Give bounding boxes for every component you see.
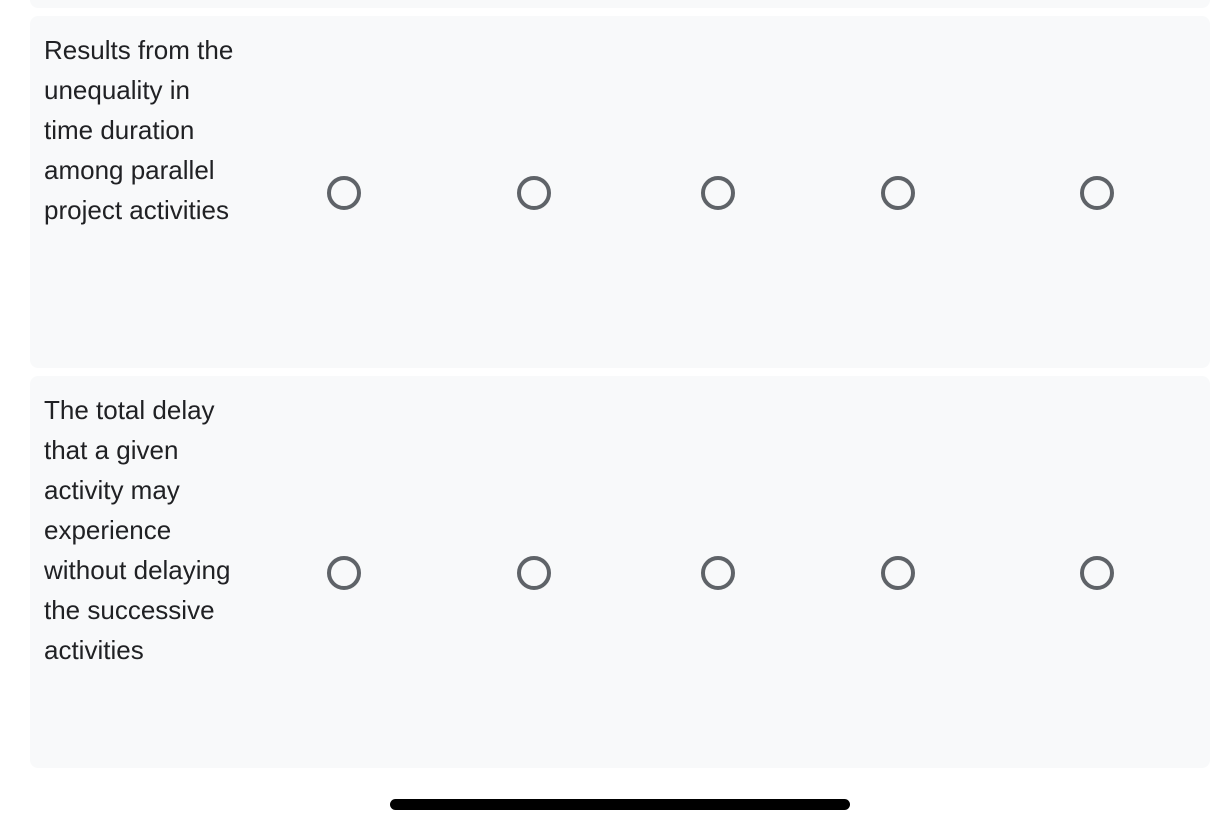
radio-option-3[interactable] [701,176,735,210]
radio-option-4[interactable] [881,556,915,590]
radio-option-1[interactable] [327,556,361,590]
radio-option-5[interactable] [1080,176,1114,210]
radio-option-2[interactable] [517,176,551,210]
grid-row: The total delay that a given activity ma… [30,376,1210,768]
radio-option-3[interactable] [701,556,735,590]
row-label: Results from the unequality in time dura… [44,35,234,225]
previous-grid-row [30,0,1210,8]
grid-row: Results from the unequality in time dura… [30,16,1210,368]
radio-option-1[interactable] [327,176,361,210]
radio-option-4[interactable] [881,176,915,210]
radio-option-2[interactable] [517,556,551,590]
row-label: The total delay that a given activity ma… [44,395,231,665]
radio-option-5[interactable] [1080,556,1114,590]
home-indicator[interactable] [390,799,850,810]
